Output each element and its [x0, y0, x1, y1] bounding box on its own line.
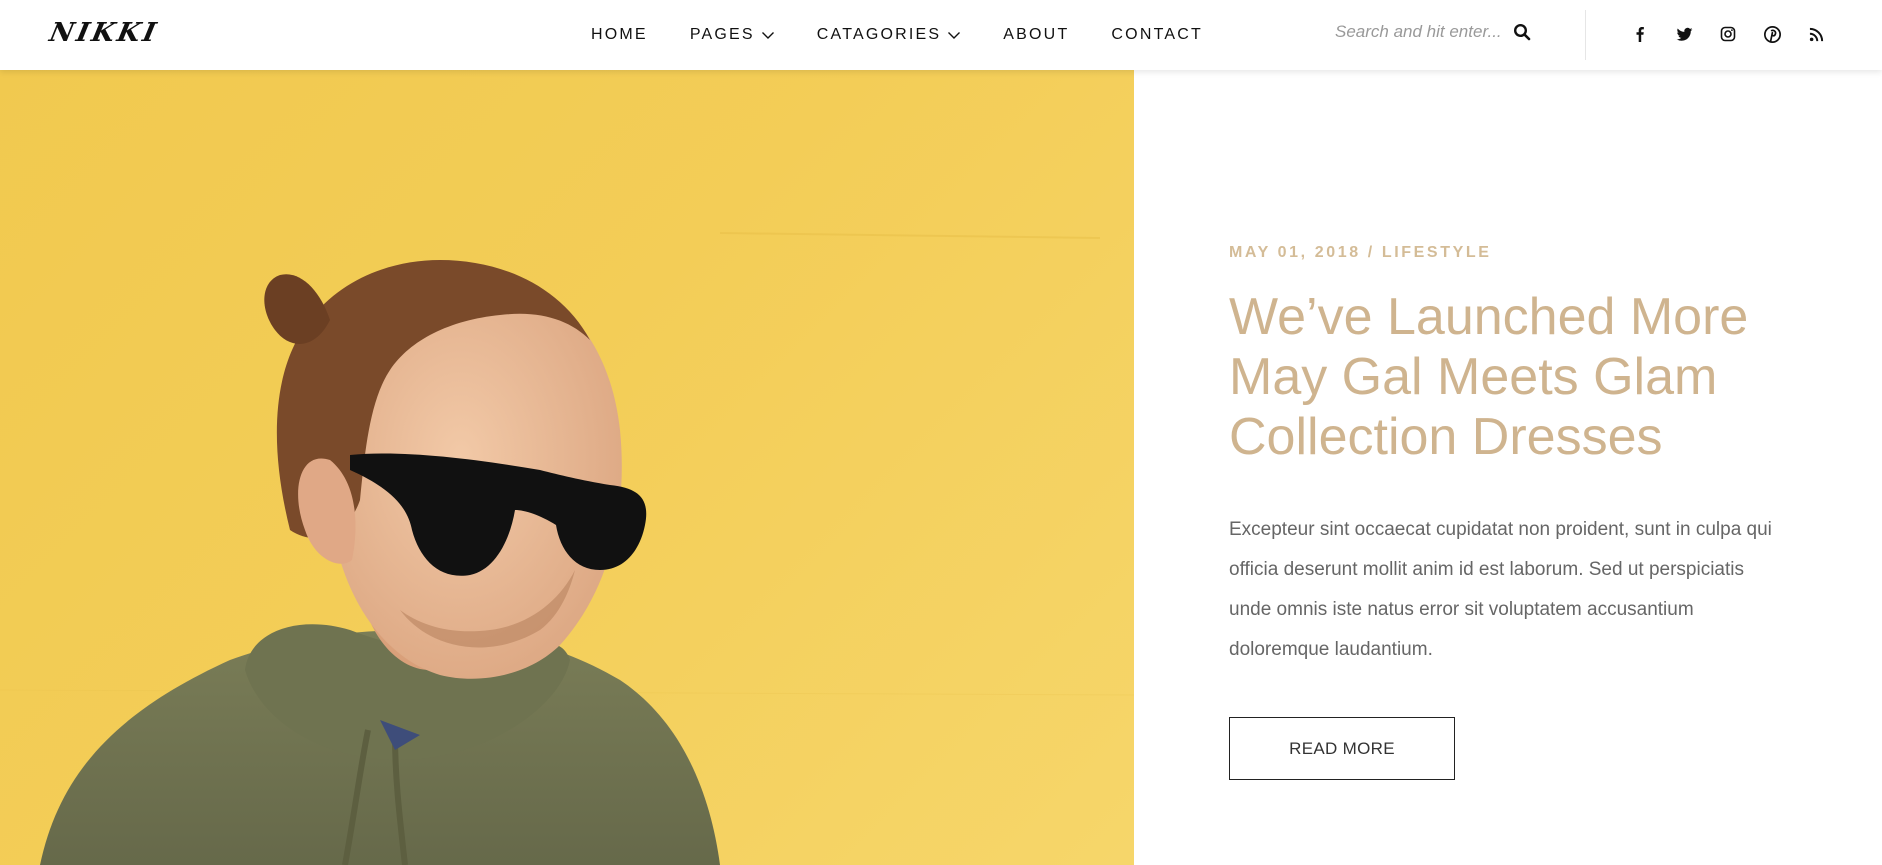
pinterest-icon[interactable]: [1762, 24, 1782, 44]
nav-item-about[interactable]: ABOUT: [1003, 26, 1069, 44]
nav-item-label: CONTACT: [1111, 26, 1203, 43]
rss-icon[interactable]: [1806, 24, 1826, 44]
chevron-down-icon: [761, 32, 774, 39]
instagram-icon[interactable]: [1718, 24, 1738, 44]
nav-item-pages[interactable]: PAGES: [690, 26, 775, 44]
post-title[interactable]: We’ve Launched More May Gal Meets Glam C…: [1229, 287, 1789, 467]
site-header: NIKKI HOME PAGES CATAGORIES ABOUT CONTAC…: [0, 0, 1882, 70]
nav-item-label: HOME: [591, 26, 648, 43]
nav-item-catagories[interactable]: CATAGORIES: [817, 26, 962, 44]
twitter-icon[interactable]: [1674, 24, 1694, 44]
site-logo[interactable]: NIKKI: [47, 18, 162, 48]
search-icon[interactable]: [1513, 23, 1531, 41]
search-input[interactable]: [1335, 22, 1511, 42]
nav-item-contact[interactable]: CONTACT: [1111, 26, 1203, 44]
nav-item-label: CATAGORIES: [816, 26, 942, 43]
social-links: [1630, 24, 1850, 44]
post-summary: MAY 01, 2018 / LIFESTYLE We’ve Launched …: [1229, 244, 1789, 689]
main-nav: HOME PAGES CATAGORIES ABOUT CONTACT: [591, 0, 1245, 70]
nav-item-label: ABOUT: [1003, 26, 1070, 43]
header-divider: [1585, 10, 1586, 60]
featured-image[interactable]: [0, 70, 1134, 865]
nav-item-label: PAGES: [689, 26, 755, 43]
facebook-icon[interactable]: [1630, 24, 1650, 44]
post-meta: MAY 01, 2018 / LIFESTYLE: [1229, 244, 1492, 261]
post-excerpt: Excepteur sint occaecat cupidatat non pr…: [1229, 519, 1772, 661]
portrait-illustration: [0, 232, 1134, 865]
chevron-down-icon: [948, 32, 961, 39]
nav-item-home[interactable]: HOME: [591, 26, 648, 44]
search-box: [1335, 22, 1531, 42]
read-more-button[interactable]: READ MORE: [1229, 717, 1455, 780]
